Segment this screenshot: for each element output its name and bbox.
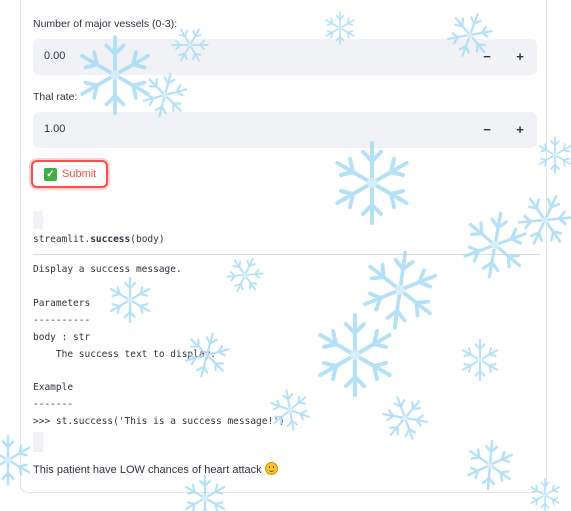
vessels-label: Number of major vessels (0-3): [33,18,178,30]
thal-value[interactable]: 1.00 [44,123,65,135]
docstring-divider [33,254,540,255]
docstring-signature: streamlit.success(body) [33,234,165,245]
docstring-body: Display a success message. Parameters --… [33,264,285,428]
smiley-face-icon [264,462,278,475]
prediction-text: This patient have LOW chances of heart a… [33,464,262,476]
thal-decrement-button[interactable]: − [475,118,499,142]
submit-button[interactable]: ✓ Submit [31,160,108,188]
vessels-decrement-button[interactable]: − [475,45,499,69]
signature-function: success [90,234,131,245]
vessels-value[interactable]: 0.00 [44,50,65,62]
element-placeholder [33,432,43,452]
prediction-result: This patient have LOW chances of heart a… [33,462,278,476]
thal-number-input[interactable]: 1.00 − + [33,112,537,148]
thal-increment-button[interactable]: + [508,118,532,142]
element-placeholder [33,211,43,229]
submit-label: Submit [62,168,97,180]
thal-label: Thal rate: [33,91,78,103]
signature-args: (body) [130,234,165,245]
signature-prefix: streamlit. [33,234,91,245]
vessels-increment-button[interactable]: + [508,45,532,69]
vessels-number-input[interactable]: 0.00 − + [33,39,537,75]
check-mark-icon: ✓ [44,168,57,181]
